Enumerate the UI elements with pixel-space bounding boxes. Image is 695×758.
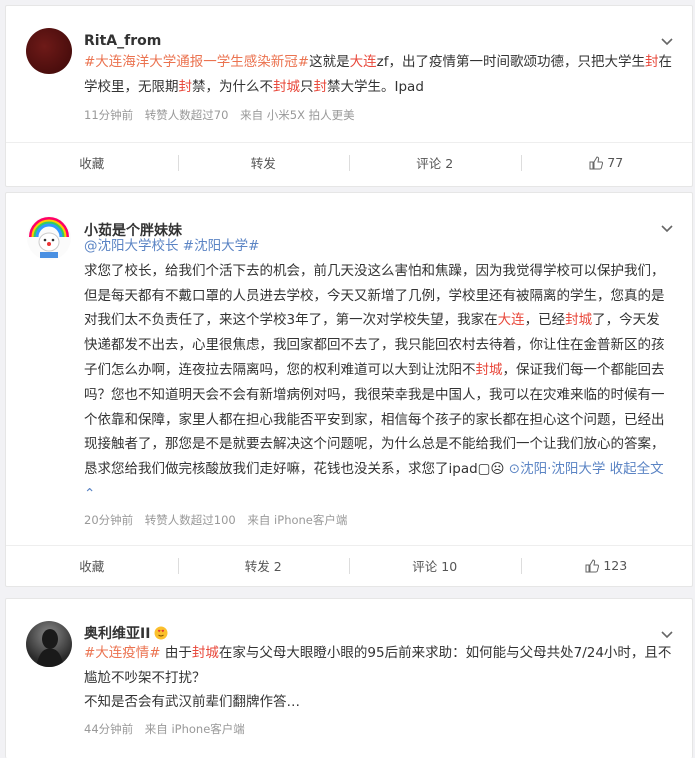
- keyword-highlight: 封城: [273, 78, 300, 95]
- post-card: 小茹是个胖妹妹 @沈阳大学校长 #沈阳大学# 求您了校长，给我们个活下去的机会，前…: [5, 192, 693, 587]
- post-text: ，已经: [524, 312, 566, 329]
- avatar[interactable]: [26, 215, 72, 261]
- username[interactable]: 奥利维亚II: [84, 623, 150, 643]
- post-text: 这就是: [309, 54, 350, 70]
- heart-eyes-emoji-icon: [154, 626, 168, 640]
- post-text: ，保证我们每一个都能回去吗？您也不知道明天会不会有新增病例对吗，我很荣幸我是中国…: [84, 361, 665, 478]
- repost-label: 转发 2: [244, 559, 282, 574]
- collect-button[interactable]: 收藏: [6, 143, 178, 182]
- keyword-highlight: 封城: [565, 312, 593, 329]
- post-meta: 44分钟前 来自 iPhone客户端: [84, 721, 253, 737]
- username[interactable]: RitA_from: [84, 33, 161, 49]
- post-text: zf，出了疫情第一时间歌颂功德，只把大学生: [376, 54, 645, 70]
- post-body: #大连海洋大学通报一学生感染新冠#这就是大连zf，出了疫情第一时间歌颂功德，只把…: [84, 50, 672, 99]
- chevron-down-icon[interactable]: [660, 221, 674, 235]
- post-card: RitA_from #大连海洋大学通报一学生感染新冠#这就是大连zf，出了疫情第…: [5, 5, 693, 187]
- repost-count: 转赞人数超过70: [144, 108, 229, 122]
- mention-link[interactable]: @沈阳大学校长: [84, 238, 179, 254]
- like-count: 123: [603, 558, 628, 573]
- post-source: 来自 iPhone客户端: [144, 722, 245, 736]
- post-text: 由于: [160, 645, 192, 661]
- thumbs-up-icon: [585, 558, 600, 572]
- keyword-highlight: 封: [178, 78, 193, 95]
- comment-button[interactable]: 评论 2: [349, 143, 521, 182]
- topic-link[interactable]: #大连海洋大学通报一学生感染新冠#: [84, 54, 309, 70]
- post-meta: 11分钟前 转赞人数超过70 来自 小米5X 拍人更美: [84, 107, 363, 123]
- post-text: 只: [300, 78, 314, 95]
- comment-label: 评论 2: [416, 156, 454, 171]
- post-time[interactable]: 44分钟前: [84, 722, 133, 736]
- like-count: 77: [607, 155, 624, 170]
- comment-button[interactable]: 评论 10: [349, 546, 521, 585]
- keyword-highlight: 封城: [475, 361, 503, 378]
- post-source: 来自 小米5X 拍人更美: [240, 108, 355, 122]
- mention-link[interactable]: #沈阳大学#: [183, 238, 260, 254]
- post-text: 禁，为什么不: [192, 78, 273, 95]
- like-button[interactable]: 123: [520, 546, 693, 585]
- post-time[interactable]: 20分钟前: [84, 513, 133, 527]
- chevron-down-icon[interactable]: [660, 34, 674, 48]
- comment-label: 评论 10: [412, 559, 458, 574]
- keyword-highlight: 封城: [191, 645, 219, 661]
- topic-link[interactable]: #大连疫情#: [84, 645, 161, 661]
- mention-link[interactable]: ⊙沈阳·沈阳大学: [509, 461, 606, 477]
- repost-button[interactable]: 转发 2: [177, 546, 350, 585]
- post-source: 来自 iPhone客户端: [247, 513, 348, 527]
- clown-avatar-image: [27, 216, 71, 260]
- keyword-highlight: 大连: [497, 312, 525, 329]
- collect-label: 收藏: [79, 156, 105, 171]
- keyword-highlight: 封: [644, 54, 659, 70]
- repost-label: 转发: [250, 156, 276, 171]
- collect-label: 收藏: [79, 559, 105, 574]
- post-body: #大连疫情# 由于封城在家与父母大眼瞪小眼的95后前来求助：如何能与父母共处7/…: [84, 641, 672, 715]
- avatar[interactable]: [26, 28, 72, 74]
- username-row: 奥利维亚II: [84, 623, 168, 643]
- action-bar: 收藏 转发 2 评论 10 123: [6, 545, 692, 585]
- post-meta: 20分钟前 转赞人数超过100 来自 iPhone客户端: [84, 512, 355, 528]
- collect-button[interactable]: 收藏: [6, 546, 178, 585]
- repost-button[interactable]: 转发: [177, 143, 350, 182]
- action-bar: 收藏 转发 评论 2 77: [6, 142, 692, 182]
- post-text: 不知是否会有武汉前辈们翻牌作答…: [84, 694, 300, 710]
- keyword-highlight: 大连: [349, 54, 377, 70]
- post-time[interactable]: 11分钟前: [84, 108, 133, 122]
- post-text: 禁大学生。Ipad: [327, 78, 424, 95]
- keyword-highlight: 封: [313, 78, 328, 95]
- avatar[interactable]: [26, 621, 72, 667]
- silhouette-avatar-image: [36, 629, 64, 667]
- repost-count: 转赞人数超过100: [144, 513, 236, 527]
- chevron-down-icon[interactable]: [660, 627, 674, 641]
- thumbs-up-icon: [589, 155, 604, 169]
- post-body: @沈阳大学校长 #沈阳大学# 求您了校长，给我们个活下去的机会，前几天没这么害怕和…: [84, 234, 672, 507]
- like-button[interactable]: 77: [520, 143, 693, 182]
- post-card: 奥利维亚II #大连疫情# 由于封城在家与父母大眼瞪小眼的95后前来求助：如何能…: [5, 598, 693, 758]
